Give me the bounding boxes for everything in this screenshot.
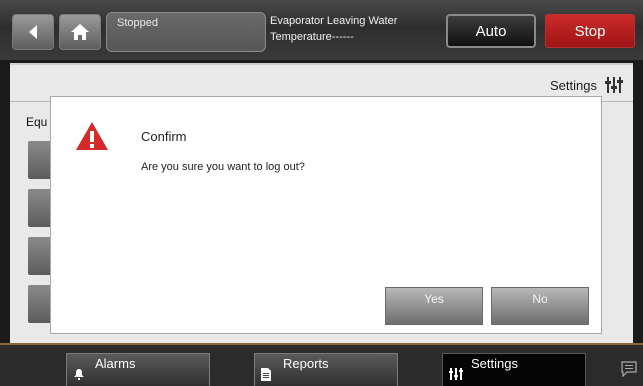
menu-button[interactable] [28,189,52,227]
settings-sliders-icon [449,368,463,380]
alarm-bell-icon [74,369,84,380]
yes-label: Yes [424,292,444,306]
back-arrow-icon [29,25,37,39]
dialog-title: Confirm [141,129,187,144]
nav-reports[interactable]: Reports [254,353,398,386]
no-button[interactable]: No [491,287,589,325]
settings-header: Settings [550,77,623,93]
dialog-message: Are you sure you want to log out? [141,161,305,173]
menu-button[interactable] [28,141,52,179]
stop-label: Stop [574,22,606,40]
menu-button[interactable] [28,285,52,323]
evaporator-value: ------ [331,31,354,43]
nav-alarms[interactable]: Alarms [66,353,210,386]
evaporator-title: Evaporator Leaving Water [270,15,398,27]
home-button[interactable] [59,14,101,50]
no-label: No [532,292,548,306]
chat-icon[interactable] [621,361,637,377]
nav-reports-label: Reports [283,356,329,371]
nav-settings[interactable]: Settings [442,353,586,386]
top-bar: Stopped Evaporator Leaving Water Tempera… [0,0,643,60]
warning-icon [76,122,108,150]
settings-sliders-icon [605,77,623,93]
report-document-icon [261,368,271,381]
yes-button[interactable]: Yes [385,287,483,325]
evaporator-readout: Evaporator Leaving Water Temperature ----… [270,13,420,45]
bottom-nav: Alarms Reports Settings [0,343,643,386]
home-icon [71,24,89,40]
settings-header-label: Settings [550,77,597,93]
menu-button[interactable] [28,237,52,275]
section-label: Equ [26,115,48,129]
nav-alarms-label: Alarms [95,356,136,371]
confirm-dialog: Confirm Are you sure you want to log out… [50,96,602,334]
back-button[interactable] [12,14,54,50]
auto-label: Auto [475,22,507,40]
evaporator-label: Temperature [270,31,332,43]
status-display: Stopped [106,12,266,52]
auto-button[interactable]: Auto [446,14,536,48]
stop-button[interactable]: Stop [545,14,635,48]
status-text: Stopped [117,17,158,29]
nav-settings-label: Settings [471,356,518,371]
